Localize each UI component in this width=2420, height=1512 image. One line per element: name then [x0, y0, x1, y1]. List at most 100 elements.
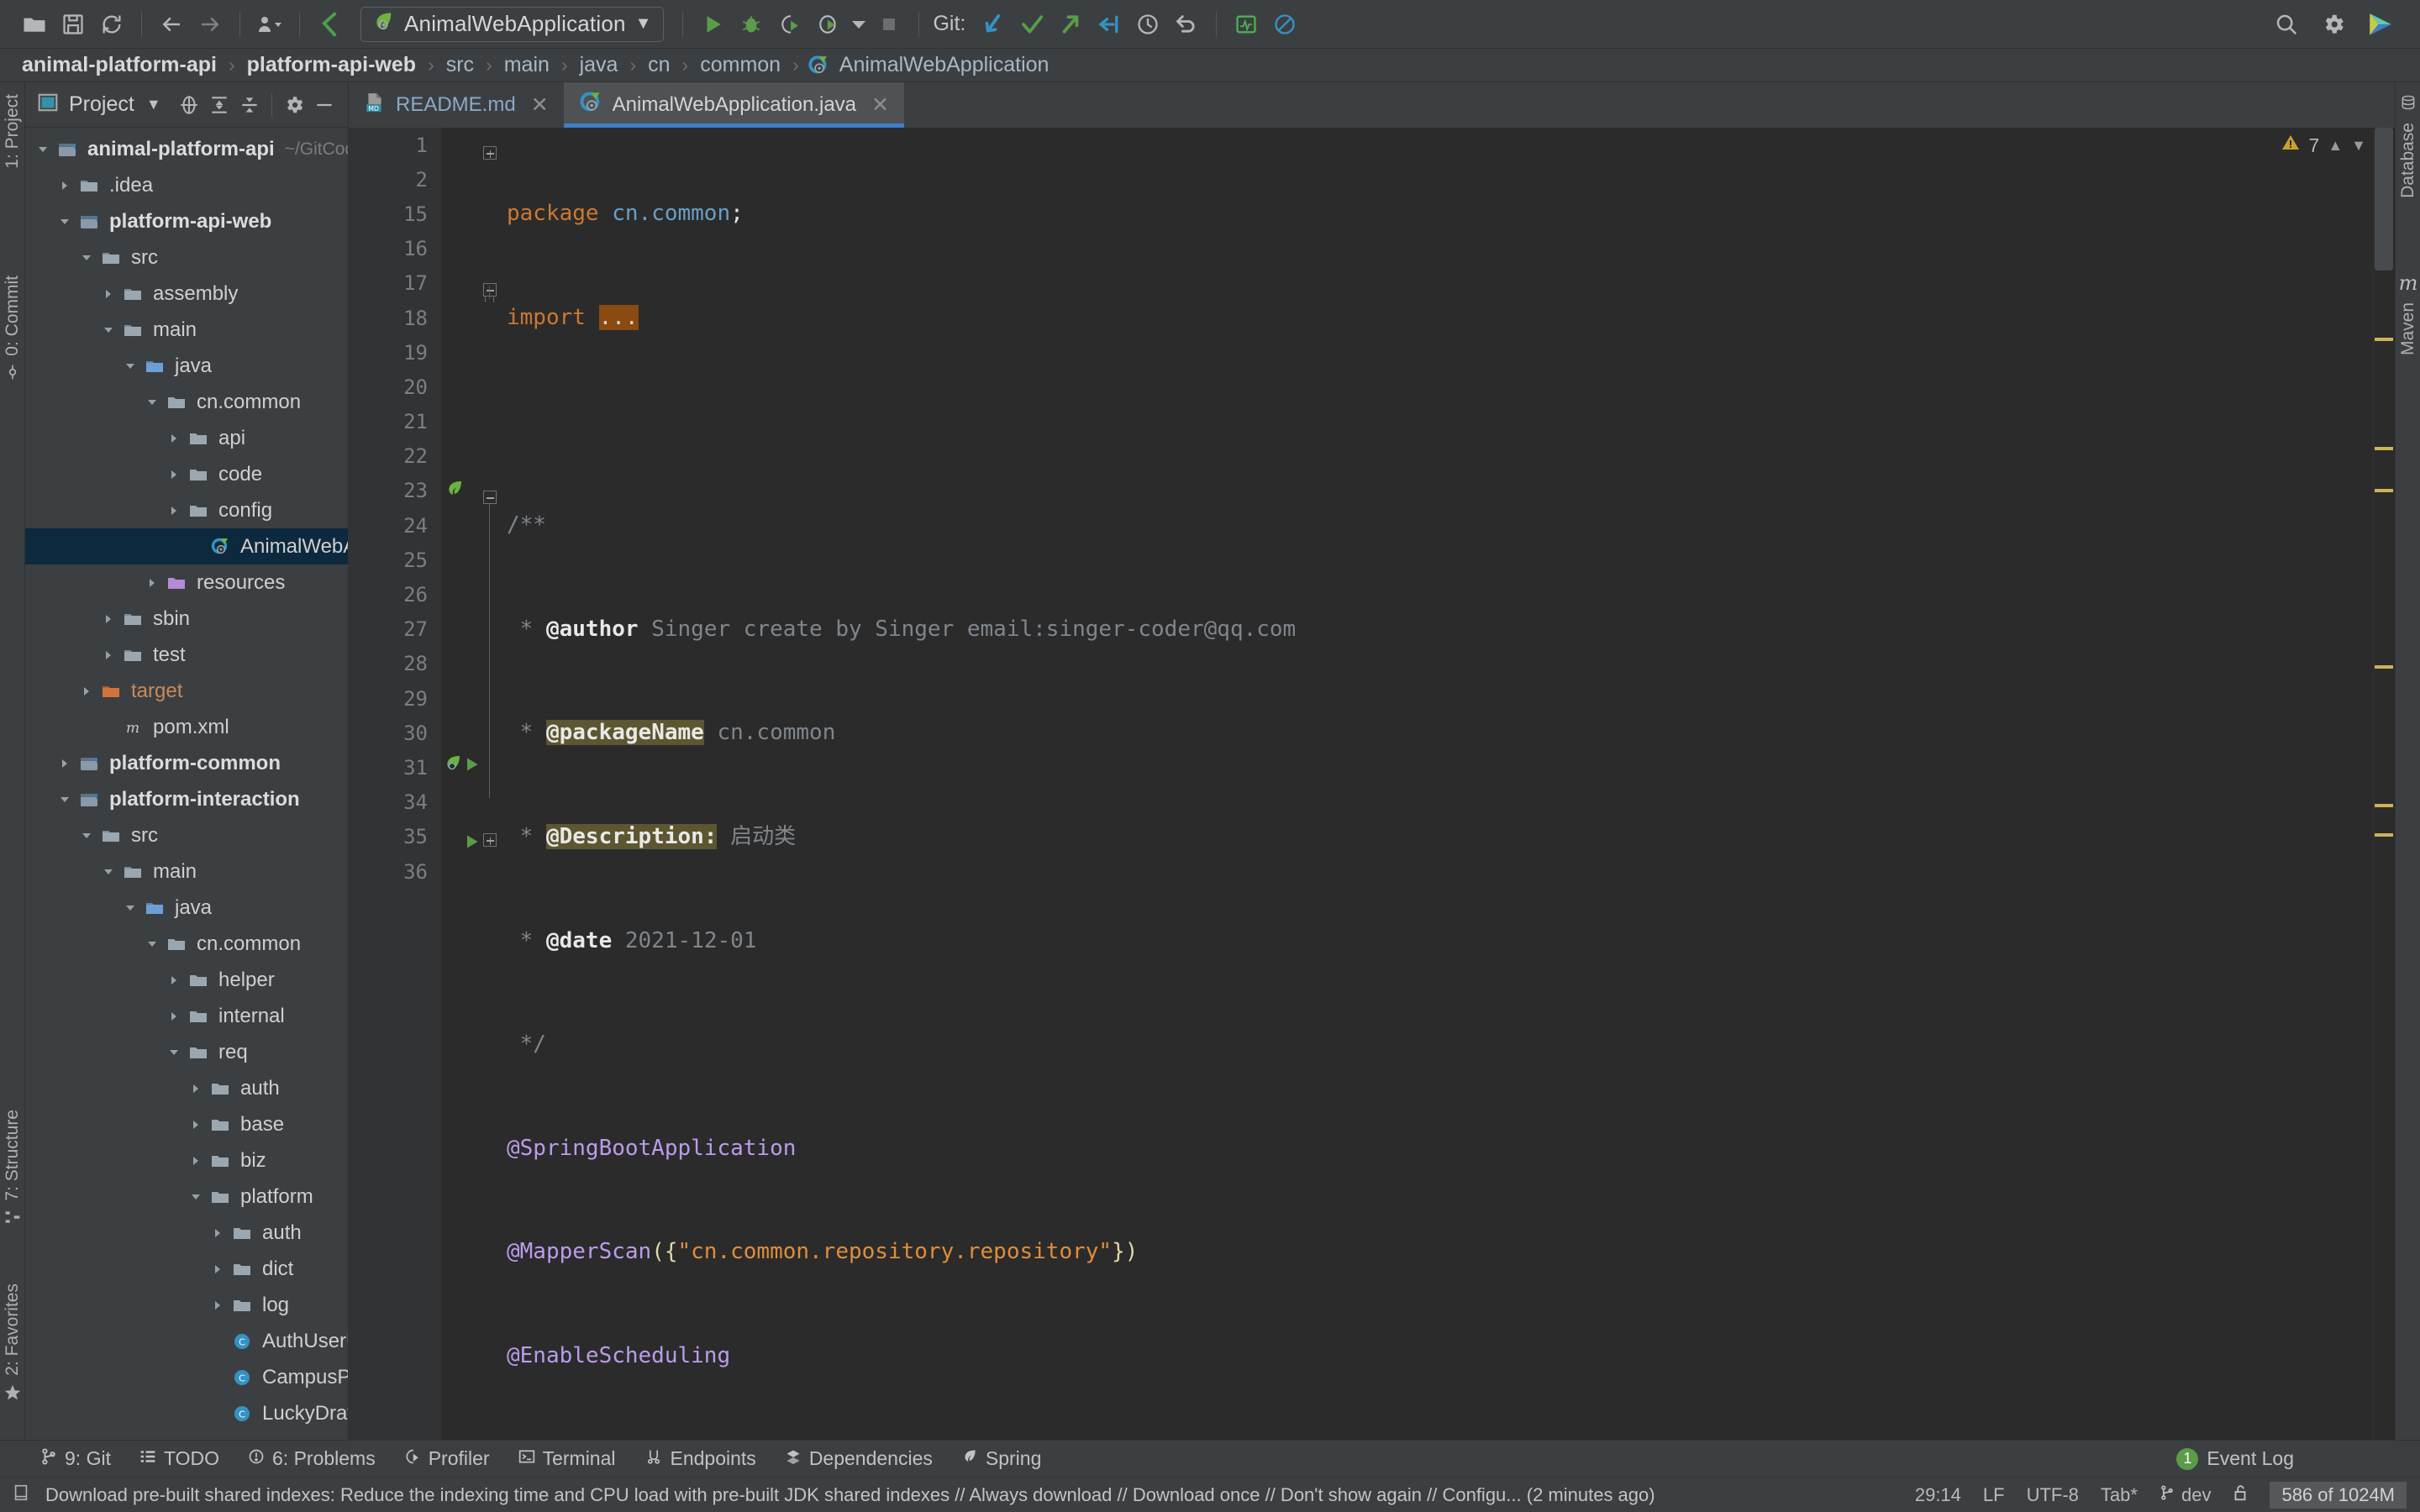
- chevron-right-icon[interactable]: [55, 176, 74, 195]
- breadcrumb-item-3[interactable]: main: [501, 53, 553, 77]
- editor-tab-animalwebapplication[interactable]: AnimalWebApplication.java ✕: [563, 82, 905, 128]
- tree-item-log[interactable]: log: [25, 1287, 348, 1323]
- tree-item-platform-interaction[interactable]: platform-interaction: [25, 781, 348, 817]
- event-log-button[interactable]: 1 Event Log: [2176, 1447, 2294, 1470]
- sidebar-tab-favorites[interactable]: 2: Favorites: [3, 1284, 23, 1406]
- run-configuration-selector[interactable]: AnimalWebApplication ▼: [360, 6, 665, 42]
- open-folder-icon[interactable]: [15, 5, 54, 44]
- tree-item-internal[interactable]: internal: [25, 998, 348, 1034]
- tree-item-biz[interactable]: biz: [25, 1142, 348, 1179]
- settings-gear-icon[interactable]: [2314, 5, 2353, 44]
- spring-boot-gutter-icon[interactable]: [443, 753, 463, 778]
- tool-window-dependencies[interactable]: Dependencies: [785, 1447, 933, 1470]
- update-project-icon[interactable]: [310, 5, 349, 44]
- close-icon[interactable]: ✕: [531, 92, 549, 118]
- tool-window-problems[interactable]: 6: Problems: [248, 1447, 376, 1470]
- tree-item-target[interactable]: target: [25, 673, 348, 709]
- chevron-right-icon[interactable]: [165, 465, 183, 484]
- save-icon[interactable]: [54, 5, 92, 44]
- breadcrumb-item-0[interactable]: animal-platform-api: [18, 53, 220, 77]
- notification-icon[interactable]: [12, 1483, 30, 1507]
- editor-marker-bar[interactable]: [2373, 128, 2395, 1440]
- collapse-all-icon[interactable]: [234, 90, 265, 120]
- inspection-prev-icon[interactable]: ▲: [2328, 137, 2343, 155]
- breadcrumb-item-7[interactable]: AnimalWebApplication: [836, 53, 1053, 77]
- chevron-right-icon[interactable]: [99, 646, 118, 664]
- tree-item-api[interactable]: api: [25, 420, 348, 456]
- debug-icon[interactable]: [732, 5, 771, 44]
- chevron-down-icon[interactable]: [143, 935, 161, 953]
- chevron-right-icon[interactable]: [55, 754, 74, 773]
- stop-icon[interactable]: [870, 5, 908, 44]
- breadcrumb-item-1[interactable]: platform-api-web: [244, 53, 419, 77]
- tool-window-endpoints[interactable]: Endpoints: [644, 1447, 756, 1470]
- chevron-down-icon[interactable]: [99, 863, 118, 881]
- chevron-right-icon[interactable]: [165, 429, 183, 448]
- tree-item-authuserupdatereq[interactable]: C AuthUserUpdateReq: [25, 1323, 348, 1359]
- read-only-lock-icon[interactable]: [2233, 1483, 2248, 1507]
- chevron-down-icon[interactable]: [121, 357, 139, 375]
- project-tree[interactable]: animal-platform-api ~/GitCode/animal-plat…: [25, 128, 348, 1440]
- tree-item-sbin[interactable]: sbin: [25, 601, 348, 637]
- tree-item-main[interactable]: main: [25, 853, 348, 890]
- close-icon[interactable]: ✕: [871, 92, 889, 118]
- code-content[interactable]: package cn.common; import ... /** * @aut…: [500, 128, 2373, 1440]
- tree-item-pom-xml[interactable]: m pom.xml: [25, 709, 348, 745]
- tree-item-animalwebapplication[interactable]: AnimalWebApplication: [25, 528, 348, 564]
- activity-monitor-icon[interactable]: [1227, 5, 1265, 44]
- tree-item-luckydrawupdatereq[interactable]: C LuckyDrawUpdateReq: [25, 1395, 348, 1431]
- ide-logo-icon[interactable]: [2361, 5, 2400, 44]
- chevron-right-icon[interactable]: [187, 1116, 205, 1134]
- caret-position[interactable]: 29:14: [1915, 1484, 1961, 1506]
- code-folding-gutter[interactable]: [481, 128, 500, 1440]
- tree-item-java[interactable]: java: [25, 348, 348, 384]
- chevron-right-icon[interactable]: [165, 1007, 183, 1026]
- tree-item-helper[interactable]: helper: [25, 962, 348, 998]
- chevron-right-icon[interactable]: [165, 971, 183, 990]
- tree-item-platform[interactable]: platform: [25, 1179, 348, 1215]
- tool-window-profiler[interactable]: Profiler: [404, 1447, 490, 1470]
- breadcrumb-item-5[interactable]: cn: [644, 53, 673, 77]
- tree-item-animal-platform-api[interactable]: animal-platform-api ~/GitCode/animal-plat…: [25, 131, 348, 167]
- chevron-right-icon[interactable]: [208, 1296, 227, 1315]
- back-arrow-icon[interactable]: [152, 5, 191, 44]
- chevron-down-icon[interactable]: [143, 393, 161, 412]
- no-entry-icon[interactable]: [1265, 5, 1304, 44]
- fold-collapse-icon-2[interactable]: [483, 491, 497, 504]
- chevron-right-icon[interactable]: [77, 682, 96, 701]
- sidebar-tab-commit[interactable]: 0: Commit: [3, 276, 23, 385]
- memory-indicator[interactable]: 586 of 1024M: [2270, 1481, 2407, 1509]
- line-separator[interactable]: LF: [1983, 1484, 2005, 1506]
- run-main-gutter-icon[interactable]: [463, 833, 480, 854]
- sidebar-tab-database[interactable]: Database: [2398, 94, 2418, 198]
- tree-item-auth[interactable]: auth: [25, 1215, 348, 1251]
- editor-tab-readme[interactable]: MD README.md ✕: [349, 82, 564, 128]
- fold-expand-icon[interactable]: [483, 146, 497, 160]
- file-encoding[interactable]: UTF-8: [2027, 1484, 2079, 1506]
- chevron-down-icon[interactable]: [55, 790, 74, 809]
- breadcrumb-item-6[interactable]: common: [697, 53, 784, 77]
- tree-item-assembly[interactable]: assembly: [25, 276, 348, 312]
- indent-setting[interactable]: Tab*: [2101, 1484, 2138, 1506]
- tree-item-req[interactable]: req: [25, 1034, 348, 1070]
- sidebar-tab-project[interactable]: 1: Project: [3, 94, 23, 169]
- chevron-down-icon[interactable]: [77, 249, 96, 267]
- chevron-down-icon[interactable]: [165, 1043, 183, 1062]
- profile-icon[interactable]: [809, 5, 848, 44]
- chevron-right-icon[interactable]: [143, 574, 161, 592]
- fold-collapse-icon[interactable]: [483, 283, 497, 297]
- commit-icon[interactable]: [1013, 5, 1051, 44]
- tree-item-cn-common[interactable]: cn.common: [25, 926, 348, 962]
- forward-arrow-icon[interactable]: [191, 5, 229, 44]
- inspection-widget[interactable]: 7 ▲ ▼: [2281, 133, 2366, 158]
- tree-item-main[interactable]: main: [25, 312, 348, 348]
- locate-icon[interactable]: [174, 90, 204, 120]
- tree-item-dict[interactable]: dict: [25, 1251, 348, 1287]
- tool-window-terminal[interactable]: Terminal: [518, 1447, 616, 1470]
- folded-imports[interactable]: ...: [598, 305, 639, 330]
- breadcrumb-item-4[interactable]: java: [576, 53, 622, 77]
- run-with-coverage-icon[interactable]: [771, 5, 809, 44]
- status-message[interactable]: Download pre-built shared indexes: Reduc…: [45, 1484, 1655, 1506]
- pull-request-icon[interactable]: [1090, 5, 1128, 44]
- history-icon[interactable]: [1128, 5, 1167, 44]
